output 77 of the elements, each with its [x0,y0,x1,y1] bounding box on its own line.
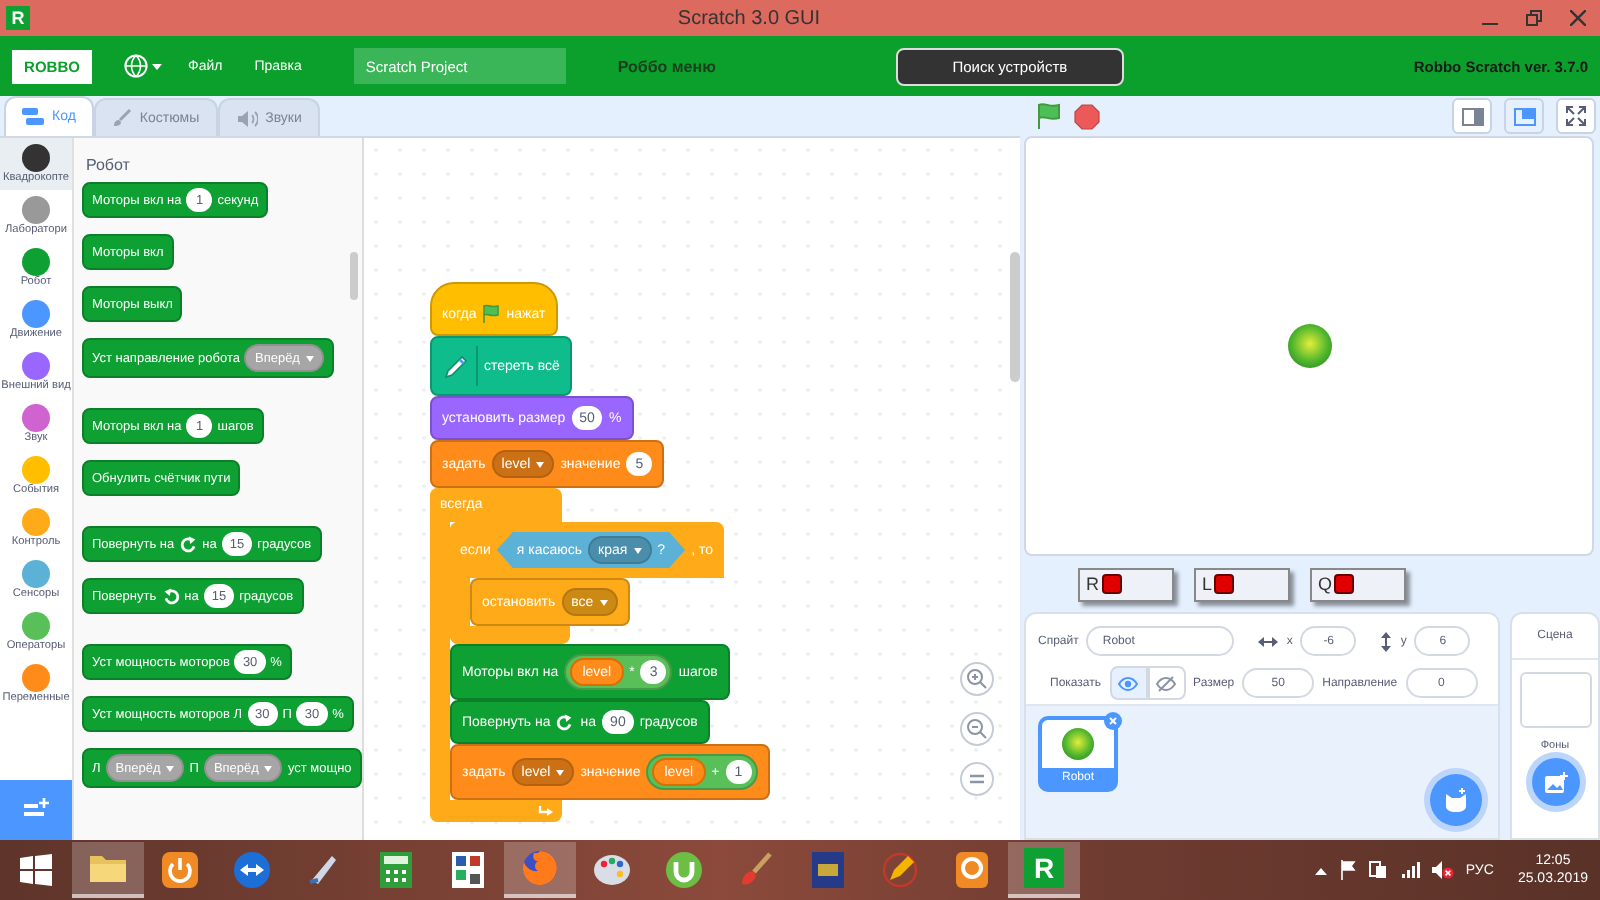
muted-speaker-icon[interactable] [1431,860,1454,880]
zoom-out-icon [966,718,988,740]
u-circle-icon [664,850,704,890]
crossed-eye-icon [1156,675,1177,691]
indicator-icon [1334,574,1355,594]
close-icon[interactable] [1570,10,1586,26]
indicator-icon [1101,574,1121,594]
network-icon[interactable] [1367,860,1388,880]
brush-icon [111,108,132,128]
brush-icon [736,850,776,890]
reset-zoom-button[interactable] [960,762,994,796]
fullscreen-button[interactable] [1556,98,1596,134]
layout-icon [1513,107,1535,125]
layout-icon [1461,107,1483,125]
large-stage-button[interactable] [1504,98,1544,134]
scrollbar[interactable] [1010,252,1020,382]
calculator-icon [378,850,414,890]
caret-up-icon[interactable] [1313,865,1328,875]
caret-icon [536,461,545,467]
show-button[interactable] [1109,666,1148,700]
caret-icon [599,599,608,605]
taskbar-app[interactable]: R [1008,842,1080,898]
restore-icon[interactable] [1526,10,1542,26]
caret-icon [305,355,314,361]
fox-globe-icon [520,848,560,888]
add-sprite-button[interactable] [1430,774,1482,826]
delete-icon[interactable] [1104,712,1122,730]
zoom-out-button[interactable] [960,712,994,746]
power-icon [160,850,200,890]
palette-heading: Робот [86,153,132,177]
loop-arrow-icon [538,804,554,818]
pdf-file-icon [954,850,990,890]
picture-icon [1543,771,1567,793]
zoom-in-button[interactable] [960,662,994,696]
caret-icon [264,765,273,771]
stop-icon[interactable] [1074,103,1100,129]
fullscreen-icon [1566,106,1586,126]
monitor-label: R [1086,574,1099,594]
hide-button[interactable] [1147,666,1186,700]
ball-sprite[interactable] [1287,324,1331,368]
speaker-icon [235,109,258,127]
signal-icon[interactable] [1399,860,1420,880]
app-logo-icon: R [1024,848,1064,888]
add-backdrop-button[interactable] [1531,758,1579,806]
monitor-label: L [1202,574,1213,594]
rotate-left-icon [161,587,180,605]
palette-icon [592,852,632,888]
monitor-label: Q [1318,574,1333,594]
document-icon [450,850,486,890]
small-stage-button[interactable] [1452,98,1492,134]
extension-icon [22,798,50,822]
sprite-thumbnail [1062,728,1094,760]
horizontal-arrow-icon [1258,635,1279,647]
taskbar-app[interactable] [504,842,576,898]
eye-icon [1118,675,1139,691]
menu-item[interactable]: Роббо меню [617,57,716,75]
windows-icon [20,854,52,886]
app-logo-icon: R [6,6,30,30]
indicator-icon [1214,574,1235,594]
globe-icon[interactable] [124,54,164,78]
rotate-right-icon [179,535,198,553]
caret-icon [166,765,175,771]
cat-face-icon [1444,788,1468,812]
rotate-right-icon [556,713,575,731]
folder-icon [88,852,128,884]
caret-icon [633,547,642,553]
caret-icon [556,769,565,775]
zoom-in-icon [966,668,988,690]
flag-icon [482,304,501,324]
code-blocks-icon [22,108,44,126]
vertical-arrow-icon [1380,631,1393,651]
pen-icon [442,353,468,379]
scrollbar[interactable] [350,252,358,300]
equals-icon [968,772,986,786]
stage-thumbnail[interactable] [1519,672,1591,728]
window-title: Scratch 3.0 GUI [675,7,823,29]
pencil-icon [880,850,920,890]
